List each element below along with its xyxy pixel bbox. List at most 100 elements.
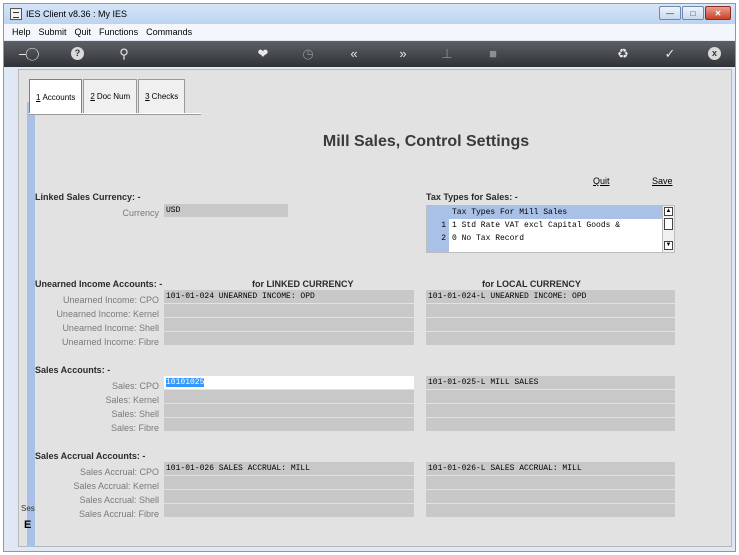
accrual-shell-local-field[interactable] [426,490,675,504]
form-panel: Ses E 1 Accounts 2 Doc Num 3 Checks Mill Sa… [18,69,732,547]
tab-checks-label: Checks [151,92,179,101]
unearned-shell-label: Unearned Income: Shell [62,323,159,333]
menu-bar: Help Submit Quit Functions Commands [4,24,735,40]
sales-fibre-label: Sales: Fibre [110,423,159,433]
accrual-fibre-label: Sales Accrual: Fibre [78,509,159,519]
tax-types-header: Tax Types For Mill Sales [452,208,568,217]
window-close-button[interactable]: ✕ [705,6,731,20]
menu-submit[interactable]: Submit [39,27,67,37]
sales-cpo-local-field[interactable]: 101-01-025-L MILL SALES [426,376,675,390]
tax-type-text: 0 No Tax Record [452,234,525,243]
tab-bar: 1 Accounts 2 Doc Num 3 Checks [29,79,186,115]
tax-types-scrollbar[interactable]: ▲ ▼ [662,206,674,252]
accrual-kernel-linked-field[interactable] [164,476,414,490]
accrual-cpo-label: Sales Accrual: CPO [79,467,159,477]
row-number: 2 [427,232,449,245]
unearned-fibre-local-field[interactable] [426,332,675,346]
tab-underline [29,113,201,115]
rewind-icon[interactable]: « [345,46,363,62]
sales-fibre-local-field[interactable] [426,418,675,432]
tab-accounts-label: Accounts [42,93,76,102]
recycle-icon[interactable]: ♻ [615,46,631,62]
help-icon[interactable]: ? [71,47,84,60]
side-strip-glyph: E [24,519,32,531]
sales-kernel-label: Sales: Kernel [105,395,159,405]
accrual-kernel-local-field[interactable] [426,476,675,490]
sales-shell-label: Sales: Shell [111,409,159,419]
scroll-down-icon[interactable]: ▼ [664,241,673,250]
unearned-kernel-label: Unearned Income: Kernel [56,309,159,319]
sales-cpo-linked-field[interactable]: 10101025 [164,376,414,390]
heart-icon[interactable]: ❤ [255,46,271,62]
close-icon[interactable]: x [708,47,721,60]
sales-fibre-linked-field[interactable] [164,418,414,432]
unearned-kernel-linked-field[interactable] [164,304,414,318]
unearned-shell-local-field[interactable] [426,318,675,332]
tab-accounts-key: 1 [36,93,41,102]
unearned-income-heading: Unearned Income Accounts: - [35,279,163,289]
tax-types-heading: Tax Types for Sales: - [426,192,518,202]
sales-shell-local-field[interactable] [426,404,675,418]
sales-accounts-heading: Sales Accounts: - [35,365,111,375]
tab-doc-num[interactable]: 2 Doc Num [83,79,138,113]
linked-currency-heading: Linked Sales Currency: - [35,192,141,202]
list-item-empty [427,245,663,253]
accrual-cpo-local-field[interactable]: 101-01-026-L SALES ACCRUAL: MILL [426,462,675,476]
sales-accrual-heading: Sales Accrual Accounts: - [35,451,146,461]
tab-doc-num-key: 2 [90,92,95,101]
sales-shell-linked-field[interactable] [164,404,414,418]
menu-functions[interactable]: Functions [99,27,138,37]
accrual-shell-linked-field[interactable] [164,490,414,504]
sales-cpo-linked-value: 10101025 [166,378,205,387]
currency-field[interactable]: USD [164,204,288,218]
sales-kernel-linked-field[interactable] [164,390,414,404]
list-item[interactable]: 1 1 Std Rate VAT excl Capital Goods & [427,219,663,232]
accrual-fibre-linked-field[interactable] [164,504,414,518]
stop-icon[interactable]: ■ [485,46,501,62]
currency-label: Currency [122,208,159,218]
accrual-kernel-label: Sales Accrual: Kernel [73,481,159,491]
window-title: IES Client v8.36 : My IES [26,9,128,19]
accrual-cpo-linked-field[interactable]: 101-01-026 SALES ACCRUAL: MILL [164,462,414,476]
app-icon [10,8,22,20]
unearned-kernel-local-field[interactable] [426,304,675,318]
linked-currency-column-header: for LINKED CURRENCY [252,279,354,289]
key-icon[interactable]: ⎯◯ [16,46,42,62]
minimize-button[interactable]: — [659,6,681,20]
menu-help[interactable]: Help [12,27,31,37]
toolbar: ⎯◯ ? ⚲ ❤ ◷ « » ⊥ ■ ♻ ✓ x [4,41,735,67]
tab-doc-num-label: Doc Num [96,92,131,101]
check-icon[interactable]: ✓ [662,46,678,62]
unearned-shell-linked-field[interactable] [164,318,414,332]
unearned-fibre-label: Unearned Income: Fibre [61,337,159,347]
text-cursor-icon[interactable]: ⊥ [439,46,455,62]
save-link[interactable]: Save [652,176,673,186]
tab-accounts[interactable]: 1 Accounts [29,79,83,115]
window-controls: — □ ✕ [658,6,731,20]
accrual-fibre-local-field[interactable] [426,504,675,518]
row-number-empty [427,245,449,252]
scroll-thumb[interactable] [664,218,673,230]
page-title: Mill Sales, Control Settings [322,133,530,150]
fast-forward-icon[interactable]: » [394,46,412,62]
row-number: 1 [427,219,449,232]
local-currency-column-header: for LOCAL CURRENCY [482,279,581,289]
maximize-button[interactable]: □ [682,6,704,20]
scroll-up-icon[interactable]: ▲ [664,207,673,216]
tax-types-header-row: Tax Types For Mill Sales [427,206,663,219]
tax-types-list[interactable]: Tax Types For Mill Sales 1 1 Std Rate VA… [426,205,675,253]
unearned-cpo-local-field[interactable]: 101-01-024-L UNEARNED INCOME: OPD [426,290,675,304]
tab-checks-key: 3 [145,92,150,101]
menu-commands[interactable]: Commands [146,27,192,37]
menu-quit[interactable]: Quit [75,27,92,37]
title-bar: IES Client v8.36 : My IES — □ ✕ [4,4,735,24]
search-icon[interactable]: ⚲ [116,46,132,62]
unearned-cpo-linked-field[interactable]: 101-01-024 UNEARNED INCOME: OPD [164,290,414,304]
sales-kernel-local-field[interactable] [426,390,675,404]
quit-link[interactable]: Quit [593,176,610,186]
clock-icon[interactable]: ◷ [300,46,316,62]
unearned-fibre-linked-field[interactable] [164,332,414,346]
list-item[interactable]: 2 0 No Tax Record [427,232,663,245]
tab-checks[interactable]: 3 Checks [138,79,186,113]
tax-type-text: 1 Std Rate VAT excl Capital Goods & [452,221,621,230]
